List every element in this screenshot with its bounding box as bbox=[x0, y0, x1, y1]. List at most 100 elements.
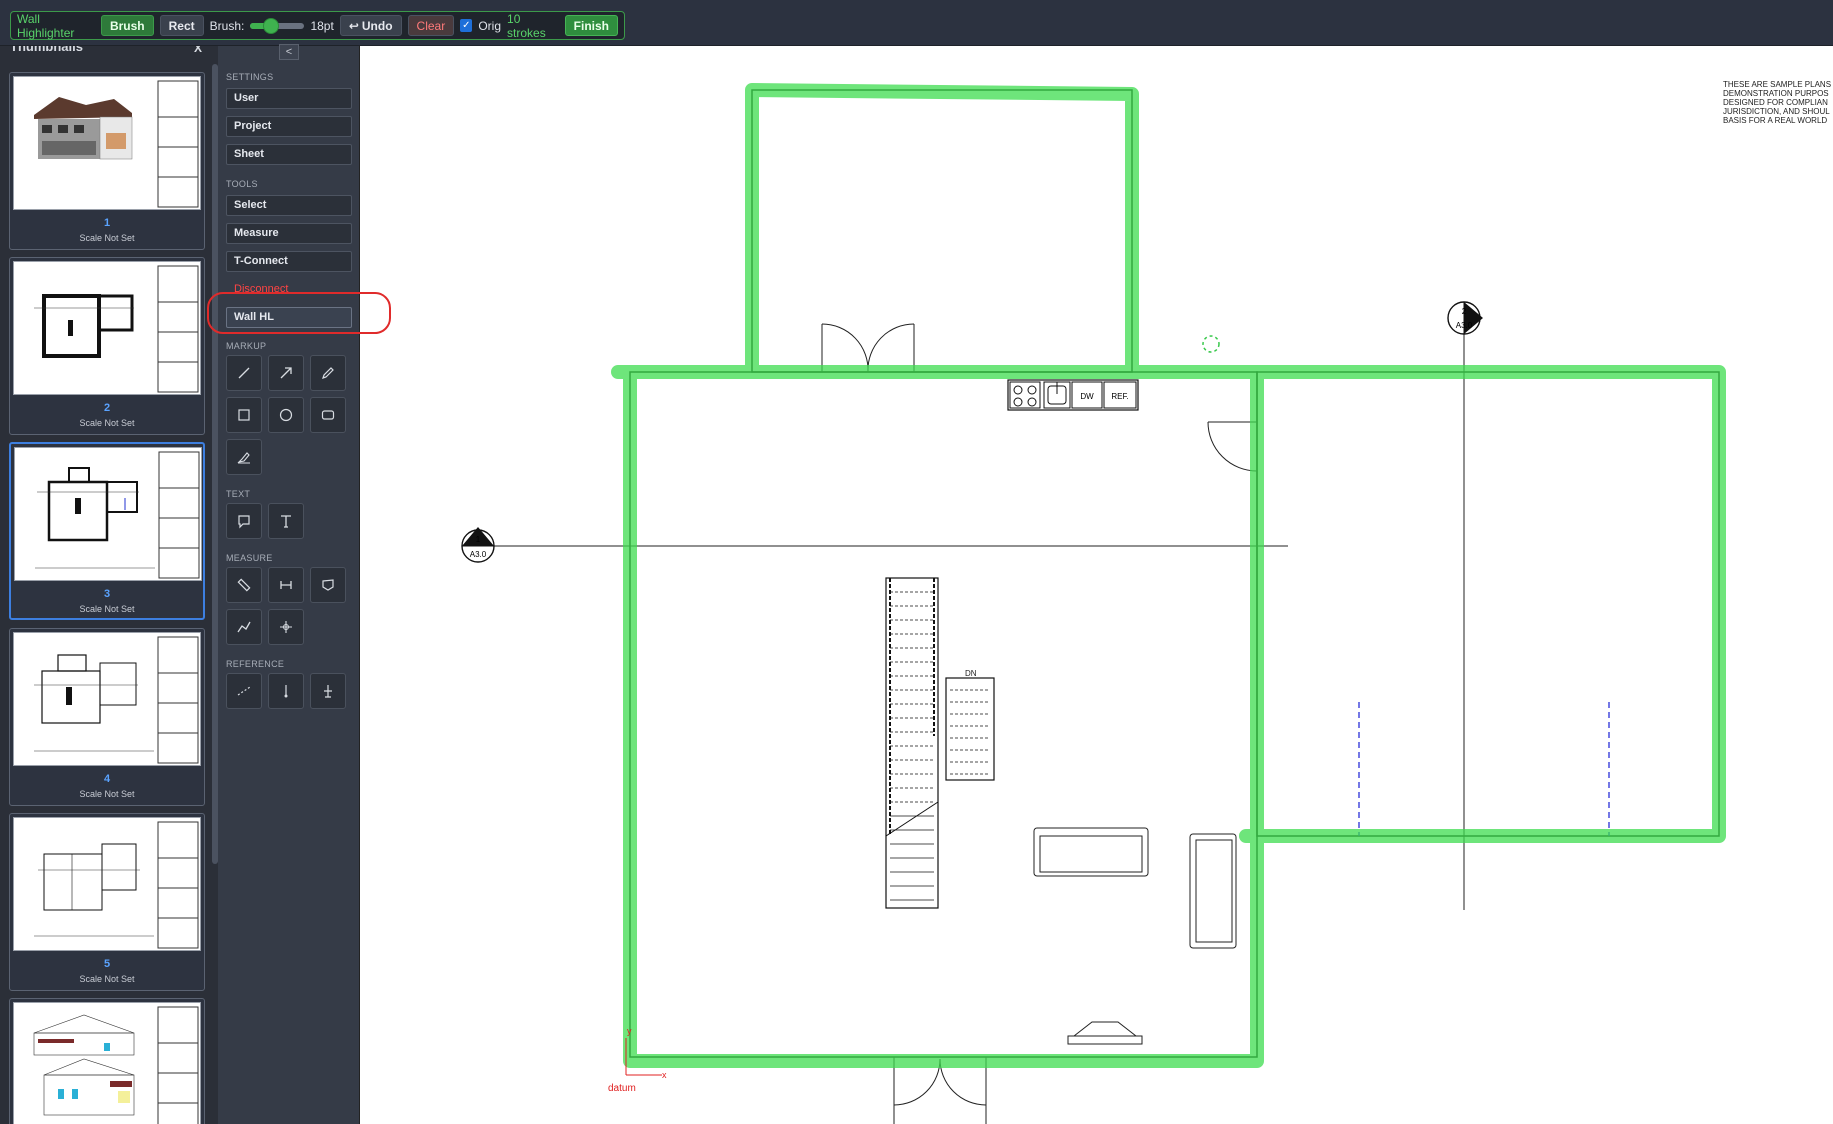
project-settings-button[interactable]: Project bbox=[226, 116, 352, 137]
arrow-icon bbox=[280, 367, 292, 379]
datum-axis-x-label: x bbox=[662, 1070, 667, 1080]
section-marker-1[interactable]: 1 A3.0 bbox=[461, 527, 495, 563]
settings-section-title: SETTINGS bbox=[226, 72, 274, 82]
highlighter-markup-button[interactable] bbox=[226, 439, 262, 475]
side-door bbox=[1207, 421, 1258, 472]
speech-bubble-icon bbox=[238, 515, 250, 529]
undo-button[interactable]: ↩ Undo bbox=[339, 15, 402, 36]
disconnect-tool-button[interactable]: Disconnect bbox=[226, 279, 352, 300]
text-tool-button[interactable] bbox=[268, 503, 304, 539]
thumbnail-image bbox=[13, 817, 201, 951]
crosshair-icon bbox=[280, 621, 292, 633]
section-marker-2[interactable]: 2 A3.0 bbox=[1447, 301, 1483, 335]
sample-plans-note: THESE ARE SAMPLE PLANS DEMONSTRATION PUR… bbox=[1723, 80, 1832, 125]
drawing-canvas[interactable]: 1 A3.0 2 A3.0 DW REF. DN x y datum THESE… bbox=[360, 46, 1833, 1124]
thumbnail-scale: Scale Not Set bbox=[79, 604, 135, 614]
circle-icon bbox=[279, 408, 293, 422]
orig-label: Orig bbox=[478, 18, 502, 33]
thumbnail-image bbox=[13, 261, 201, 395]
select-tool-button[interactable]: Select bbox=[226, 195, 352, 216]
section-2-number: 2 bbox=[1462, 307, 1467, 316]
dashed-line-icon bbox=[237, 686, 251, 696]
sofa-1 bbox=[1033, 827, 1149, 877]
orig-checkbox[interactable]: ✓ bbox=[460, 19, 473, 32]
fireplace bbox=[1067, 1021, 1143, 1045]
measure-tool-button[interactable]: Measure bbox=[226, 223, 352, 244]
line-markup-button[interactable] bbox=[226, 355, 262, 391]
thumbnail-5[interactable]: 5 Scale Not Set bbox=[9, 813, 205, 991]
ruler-measure-button[interactable] bbox=[226, 567, 262, 603]
thumbnail-3[interactable]: 3 Scale Not Set bbox=[9, 442, 205, 620]
t-connect-tool-button[interactable]: T-Connect bbox=[226, 251, 352, 272]
pencil-markup-button[interactable] bbox=[310, 355, 346, 391]
rectangle-markup-button[interactable] bbox=[226, 397, 262, 433]
datum-axis-y-label: y bbox=[627, 1026, 632, 1036]
checkmark-icon: ✓ bbox=[462, 20, 471, 31]
thumbnail-scale: Scale Not Set bbox=[79, 789, 135, 799]
wall-highlighter-toolbar: Wall Highlighter Brush Rect Brush: 18pt … bbox=[10, 11, 625, 40]
thumbnail-scale: Scale Not Set bbox=[79, 418, 135, 428]
polyline-measure-button[interactable] bbox=[226, 609, 262, 645]
tool-panel: < SETTINGS User Project Sheet TOOLS Sele… bbox=[218, 44, 360, 1124]
user-settings-button[interactable]: User bbox=[226, 88, 352, 109]
thumbnail-4[interactable]: 4 Scale Not Set bbox=[9, 628, 205, 806]
thumbnail-number: 3 bbox=[103, 588, 111, 600]
area-measure-button[interactable] bbox=[310, 567, 346, 603]
thumbnails-title: Thumbnails bbox=[10, 46, 83, 54]
brush-size-value: 18pt bbox=[310, 18, 334, 33]
line-icon bbox=[238, 367, 250, 379]
rect-mode-button[interactable]: Rect bbox=[159, 15, 204, 36]
floor-plan-drawing: 1 A3.0 2 A3.0 DW REF. DN x y datum bbox=[461, 83, 1726, 1124]
point-measure-button[interactable] bbox=[268, 609, 304, 645]
refrigerator-label: REF. bbox=[1111, 392, 1128, 401]
sheet-settings-button[interactable]: Sheet bbox=[226, 144, 352, 165]
tools-section-title: TOOLS bbox=[226, 179, 258, 189]
dishwasher-label: DW bbox=[1080, 392, 1094, 401]
plan-walls bbox=[629, 89, 1720, 1058]
thumbnail-1[interactable]: 1 Scale Not Set bbox=[9, 72, 205, 250]
dimension-measure-button[interactable] bbox=[268, 567, 304, 603]
datum-label: datum bbox=[608, 1083, 636, 1094]
wall-hl-tool-button[interactable]: Wall HL bbox=[226, 307, 352, 328]
sofa-2 bbox=[1189, 833, 1237, 949]
reference-line-button[interactable] bbox=[226, 673, 262, 709]
floor-plan-preview bbox=[34, 821, 199, 949]
thumbnail-image bbox=[13, 76, 201, 210]
section-2-sheet: A3.0 bbox=[1456, 321, 1473, 330]
finish-button[interactable]: Finish bbox=[564, 15, 618, 36]
thumbnail-6[interactable] bbox=[9, 998, 205, 1124]
thumbnail-scale: Scale Not Set bbox=[79, 974, 135, 984]
thumbnail-image bbox=[14, 447, 202, 581]
ruler-icon bbox=[237, 578, 251, 592]
floor-plan-preview bbox=[34, 636, 199, 764]
circle-markup-button[interactable] bbox=[268, 397, 304, 433]
callout-text-button[interactable] bbox=[226, 503, 262, 539]
brush-size-slider-thumb[interactable] bbox=[263, 17, 280, 34]
anchor-icon bbox=[324, 685, 332, 698]
double-door-top bbox=[821, 323, 915, 373]
rounded-rect-markup-button[interactable] bbox=[310, 397, 346, 433]
undo-icon: ↩ bbox=[348, 18, 359, 33]
stair-direction-label: DN bbox=[965, 669, 977, 678]
undo-label: Undo bbox=[361, 18, 393, 33]
reference-anchor-button[interactable] bbox=[310, 673, 346, 709]
arrow-markup-button[interactable] bbox=[268, 355, 304, 391]
polyline-icon bbox=[237, 621, 251, 633]
stairs: DN bbox=[885, 577, 995, 909]
thumbnail-number: 2 bbox=[103, 402, 111, 414]
clear-button[interactable]: Clear bbox=[407, 15, 455, 36]
section-1-sheet: A3.0 bbox=[470, 550, 487, 559]
brush-mode-button[interactable]: Brush bbox=[100, 15, 154, 36]
elevation-preview bbox=[33, 1006, 199, 1124]
collapse-panel-button[interactable]: < bbox=[279, 44, 299, 60]
stroke-count: 10 strokes bbox=[507, 11, 546, 40]
thumbnails-panel: Thumbnails X 1 Scale Not Set 2 Scale Not… bbox=[0, 46, 218, 1124]
brush-size-slider[interactable] bbox=[250, 17, 305, 34]
thumbnail-2[interactable]: 2 Scale Not Set bbox=[9, 257, 205, 435]
close-thumbnails-button[interactable]: X bbox=[194, 46, 202, 55]
thumbnail-number: 1 bbox=[103, 217, 111, 229]
wall-highlighter-title: Wall Highlighter bbox=[17, 11, 75, 40]
kitchen-appliances: DW REF. bbox=[1007, 379, 1139, 411]
square-icon bbox=[238, 409, 250, 421]
reference-point-button[interactable] bbox=[268, 673, 304, 709]
